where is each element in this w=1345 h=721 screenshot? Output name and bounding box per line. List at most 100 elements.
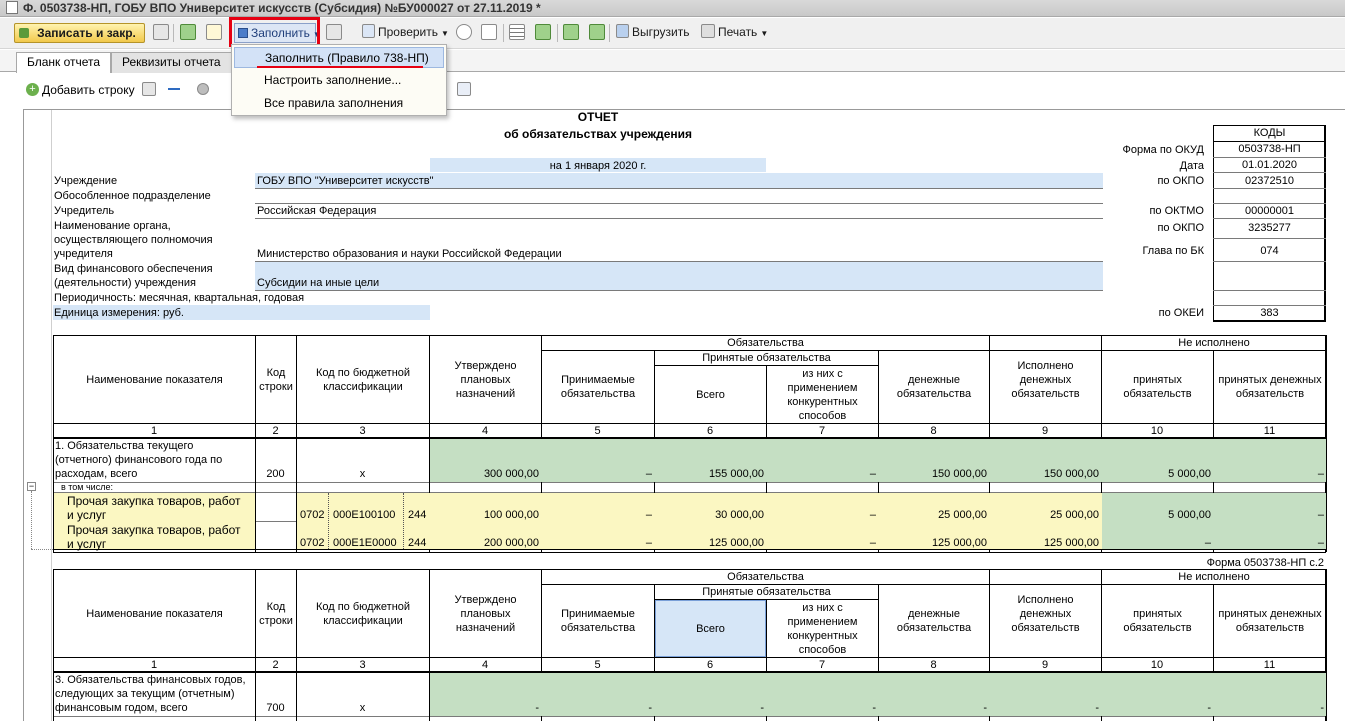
zoom-icon[interactable]	[456, 24, 472, 40]
sub-row-1-kbk-type[interactable]: 244	[408, 509, 426, 521]
export-button[interactable]: Выгрузить	[616, 23, 690, 43]
value-founder[interactable]: Российская Федерация	[257, 205, 376, 217]
fill-dropdown-menu: Заполнить (Правило 738-НП) Настроить зап…	[231, 44, 447, 116]
excel-export-icon[interactable]	[589, 24, 605, 40]
edit-pencil-icon[interactable]	[180, 24, 196, 40]
floppy-icon[interactable]	[153, 24, 169, 40]
columns-icon[interactable]	[457, 82, 471, 96]
sub-row-2-name: и услуг	[67, 537, 107, 551]
grouping-gutter	[24, 110, 52, 721]
col-number: 3	[359, 659, 366, 671]
sub-row-2-monetary[interactable]: 125 000,00	[879, 537, 987, 549]
row-700-ne-accepted[interactable]: -	[1102, 702, 1211, 714]
row-700-monetary[interactable]: -	[879, 702, 987, 714]
plus-icon: +	[26, 83, 39, 96]
row-200-ne-monetary[interactable]: –	[1214, 468, 1324, 480]
row-700-executed[interactable]: -	[990, 702, 1099, 714]
check-icon	[362, 24, 375, 38]
header-accepting-p2: Принимаемые обязательства	[560, 608, 636, 634]
save-icon	[19, 28, 29, 38]
check-button[interactable]: Проверить ▼	[362, 23, 449, 43]
sub-row-1-kbk-target[interactable]: 000Е100100	[333, 509, 395, 521]
col-number: 4	[481, 425, 489, 437]
row-700-total[interactable]: -	[655, 702, 764, 714]
save-and-close-button[interactable]: Записать и закр.	[14, 23, 145, 43]
value-institution[interactable]: ГОБУ ВПО "Университет искусств"	[257, 175, 433, 187]
sub-row-1-competitive[interactable]: –	[767, 509, 876, 521]
copy-row-icon[interactable]	[142, 82, 156, 96]
row-200-accepting[interactable]: –	[542, 468, 652, 480]
sub-row-1-approved[interactable]: 100 000,00	[430, 509, 539, 521]
tab-report-details[interactable]: Реквизиты отчета	[111, 52, 232, 73]
row-200-executed[interactable]: 150 000,00	[990, 468, 1099, 480]
col-number: 10	[1150, 425, 1164, 437]
col-number: 5	[594, 425, 601, 437]
row-200-ne-accepted[interactable]: 5 000,00	[1102, 468, 1211, 480]
sub-row-2-accepting[interactable]: –	[542, 537, 652, 549]
sub-row-2-executed[interactable]: 125 000,00	[990, 537, 1099, 549]
remove-row-icon[interactable]	[168, 88, 180, 90]
tab-report-form[interactable]: Бланк отчета	[16, 52, 112, 74]
row-700-name: 3. Обязательства финансовых годов,	[55, 674, 246, 686]
col-number: 3	[359, 425, 366, 437]
row-200-competitive[interactable]: –	[767, 468, 876, 480]
header-not-executed: Не исполнено	[1178, 337, 1250, 349]
row-700-approved[interactable]: -	[430, 702, 539, 714]
sub-row-2-kbk-target[interactable]: 000Е1Е0000	[333, 537, 397, 549]
row-200-monetary[interactable]: 150 000,00	[879, 468, 987, 480]
table-view-icon[interactable]	[509, 24, 525, 40]
menu-item-all-fill-rules[interactable]: Все правила заполнения	[234, 93, 444, 114]
value-date: 01.01.2020	[1241, 159, 1298, 171]
print-button[interactable]: Печать ▼	[701, 23, 768, 43]
sub-row-2-competitive[interactable]: –	[767, 537, 876, 549]
col-number: 9	[1041, 659, 1049, 671]
sub-row-1-name: Прочая закупка товаров, работ	[67, 494, 241, 508]
report-subtitle: об обязательствах учреждения	[503, 127, 693, 141]
sub-row-1-ne-accepted[interactable]: 5 000,00	[1102, 509, 1211, 521]
add-section-icon[interactable]	[535, 24, 551, 40]
window-title: Ф. 0503738-НП, ГОБУ ВПО Университет иску…	[23, 1, 541, 15]
sub-row-1-ne-monetary[interactable]: –	[1214, 509, 1324, 521]
header-row-code: Код строки	[259, 366, 293, 393]
row-700-ne-monetary[interactable]: -	[1214, 702, 1324, 714]
sub-row-2-ne-monetary[interactable]: –	[1214, 537, 1324, 549]
header-ne-monetary-p2: принятых денежных обязательств	[1218, 608, 1322, 634]
sub-row-2-total[interactable]: 125 000,00	[655, 537, 764, 549]
page-2-form-label: Форма 0503738-НП с.2	[1206, 557, 1324, 569]
sub-row-1-monetary[interactable]: 25 000,00	[879, 509, 987, 521]
label-founder: Учредитель	[54, 205, 115, 217]
row-200-approved[interactable]: 300 000,00	[430, 468, 539, 480]
value-fin[interactable]: Субсидии на иные цели	[257, 277, 379, 289]
menu-item-underline	[257, 66, 423, 68]
row-700-competitive[interactable]: -	[767, 702, 876, 714]
header-not-executed-p2: Не исполнено	[1178, 571, 1250, 583]
window-title-bar: Ф. 0503738-НП, ГОБУ ВПО Университет иску…	[0, 0, 1345, 17]
label-okpo-2: по ОКПО	[1157, 222, 1204, 234]
col-number: 1	[150, 659, 158, 671]
sub-row-1-accepting[interactable]: –	[542, 509, 652, 521]
row-200-total[interactable]: 155 000,00	[655, 468, 764, 480]
menu-item-configure-fill[interactable]: Настроить заполнение...	[234, 70, 444, 91]
collapse-group-icon[interactable]: −	[27, 482, 36, 491]
sub-row-1-executed[interactable]: 25 000,00	[990, 509, 1099, 521]
add-row-button[interactable]: + Добавить строку	[26, 83, 135, 97]
menu-item-fill-rule-738[interactable]: Заполнить (Правило 738-НП)	[234, 47, 444, 68]
sum-icon[interactable]	[326, 24, 342, 40]
header-monetary-p2: денежные обязательства	[896, 608, 972, 634]
new-document-icon[interactable]	[206, 24, 222, 40]
sub-row-2-approved[interactable]: 200 000,00	[430, 537, 539, 549]
excel-import-icon[interactable]	[563, 24, 579, 40]
sub-row-1-total[interactable]: 30 000,00	[655, 509, 764, 521]
header-competitive: из них с применением конкурентных способ…	[787, 367, 858, 422]
sub-row-1-kbk-section[interactable]: 0702	[300, 509, 324, 521]
row-700-name: финансовым годом, всего	[55, 702, 188, 714]
row-700-accepting[interactable]: -	[542, 702, 652, 714]
sub-row-2-kbk-type[interactable]: 244	[408, 537, 426, 549]
value-organ[interactable]: Министерство образования и науки Российс…	[257, 248, 562, 260]
sub-row-2-kbk-section[interactable]: 0702	[300, 537, 324, 549]
sub-row-2-ne-accepted[interactable]: –	[1102, 537, 1211, 549]
header-executed: Исполнено денежных обязательств	[1011, 359, 1080, 400]
label-date: Дата	[1179, 160, 1204, 172]
find-replace-icon[interactable]	[481, 24, 497, 40]
row-200-kbk: x	[359, 468, 366, 480]
